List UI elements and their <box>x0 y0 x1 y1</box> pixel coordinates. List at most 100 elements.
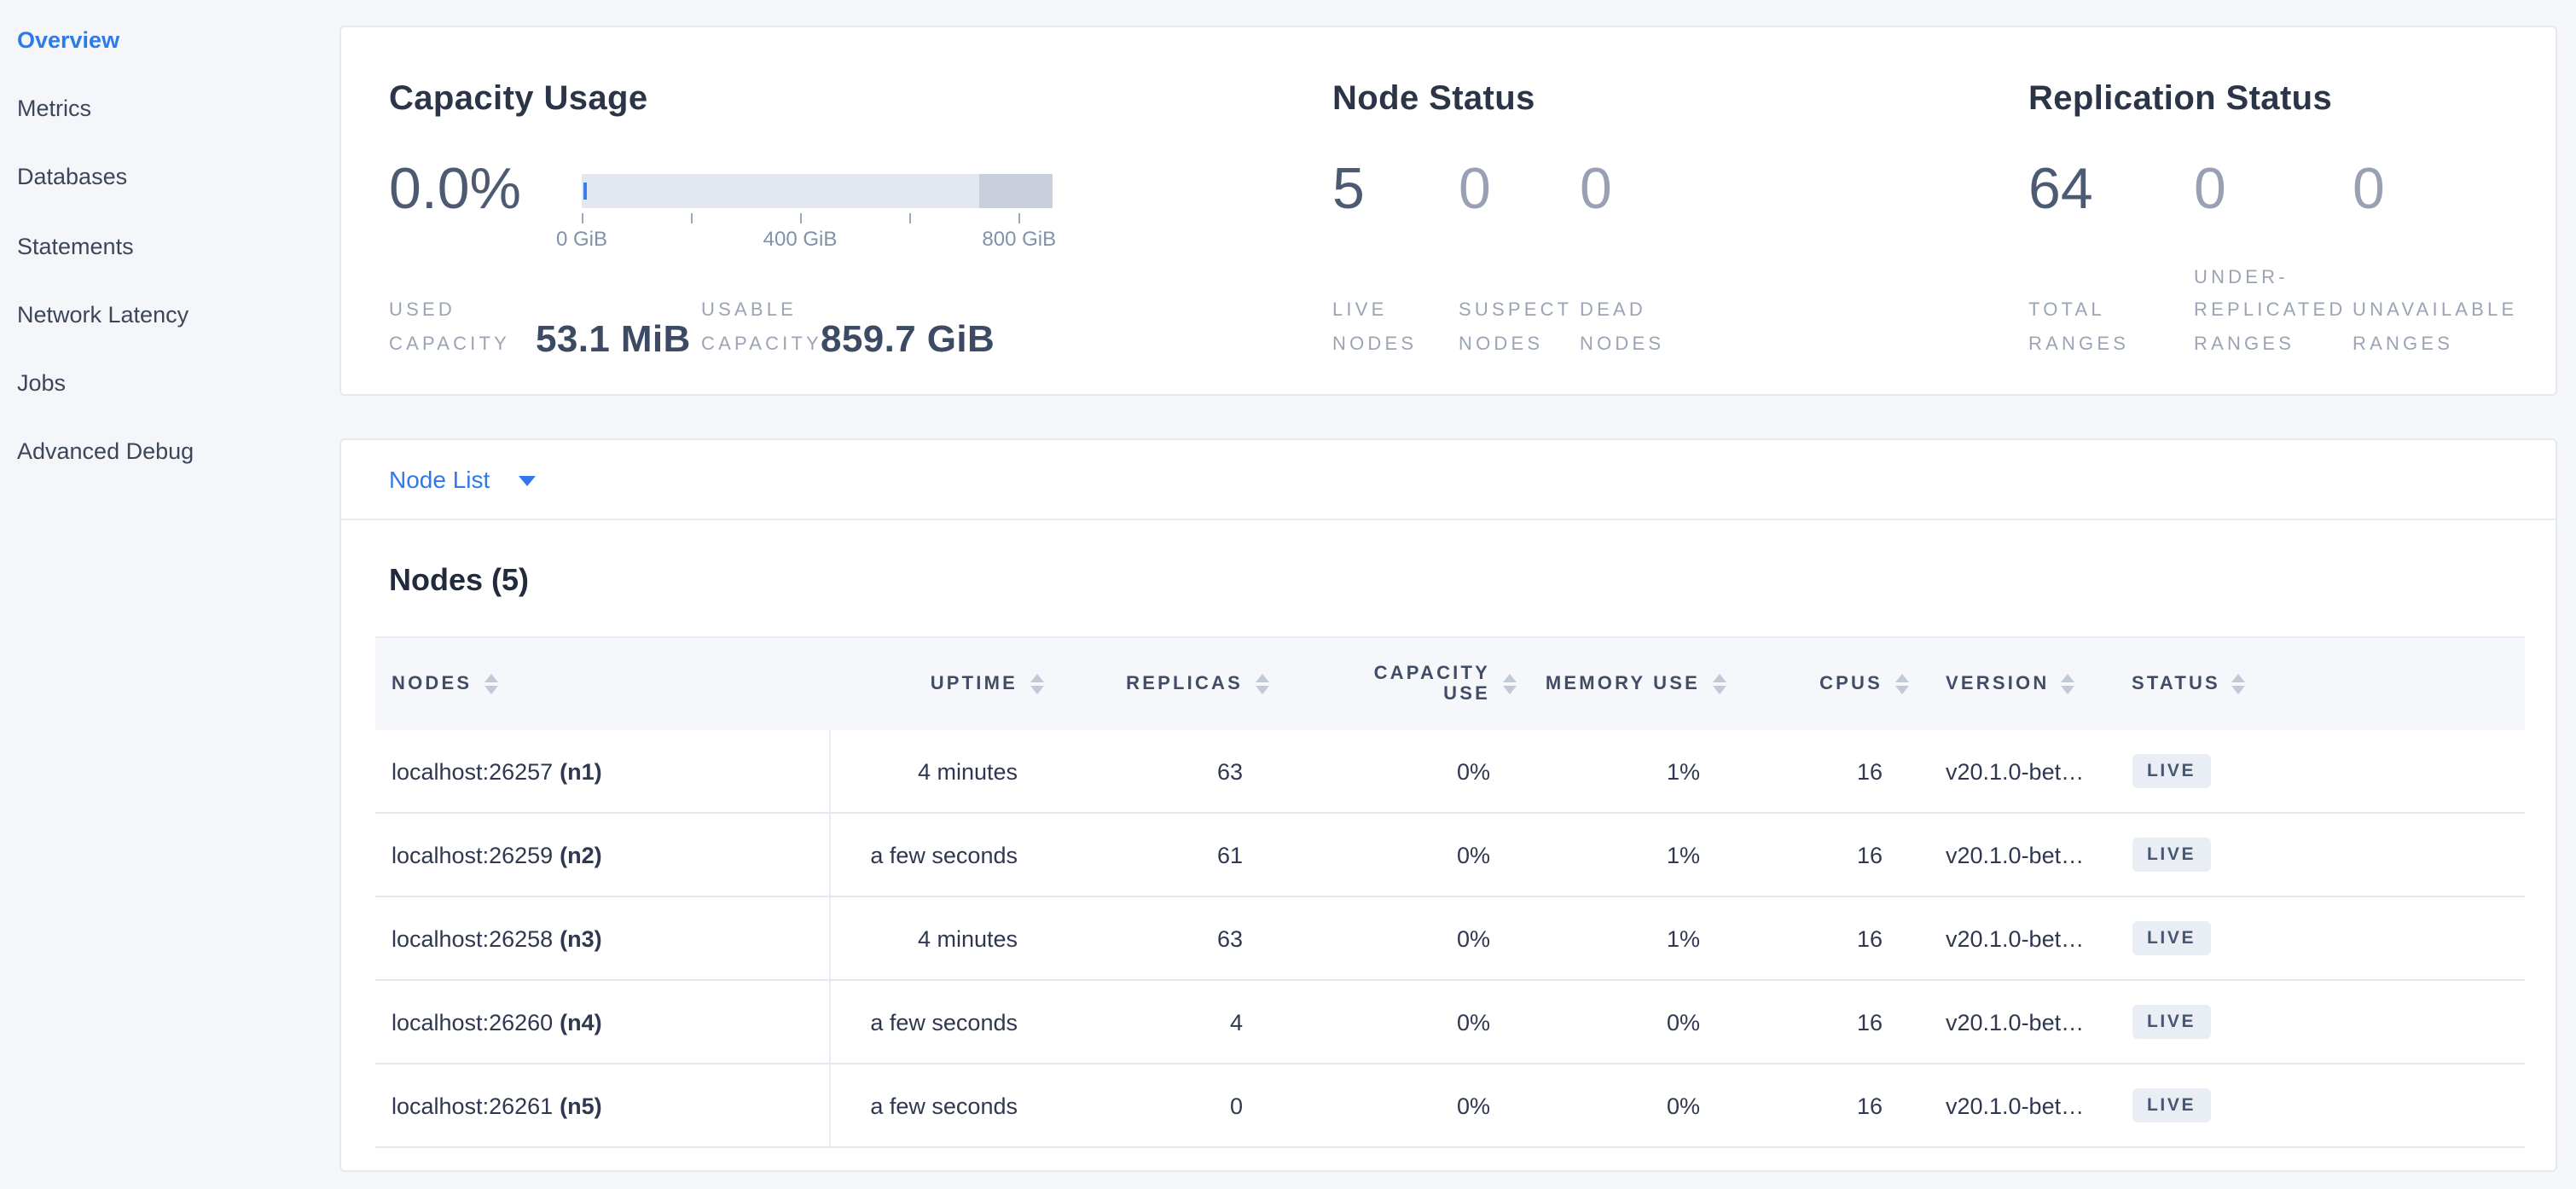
cell-cpus: 16 <box>1727 730 1910 812</box>
column-header-uptime[interactable]: UPTIME <box>830 638 1045 730</box>
used-capacity-value: 53.1 MiB <box>536 266 691 362</box>
sidebar-item-statements[interactable]: Statements <box>0 212 336 281</box>
cell-replicas: 63 <box>1045 730 1270 812</box>
node-address-link[interactable]: localhost:26261 <box>392 1093 553 1118</box>
capacity-usage-section: Capacity Usage 0.0% 0 GiB 400 GiB 800 Gi… <box>389 27 1276 394</box>
nodes-table-body: localhost:26257 (n1) 4 minutes 63 0% 1% … <box>374 730 2524 1148</box>
column-header-memory-use[interactable]: MEMORY USE <box>1517 638 1727 730</box>
sort-icon <box>1502 674 1516 695</box>
capacity-bar-other-segment <box>980 174 1053 208</box>
sidebar-nav: Overview Metrics Databases Statements Ne… <box>0 5 336 486</box>
capacity-axis-ticks <box>582 213 1053 223</box>
nodes-section-title: Nodes (5) <box>389 563 529 599</box>
total-ranges-count: 64 <box>2028 157 2093 222</box>
node-list-dropdown-label: Node List <box>389 466 490 493</box>
cell-cpus: 16 <box>1727 1064 1910 1146</box>
node-address-link[interactable]: localhost:26257 <box>392 758 553 784</box>
status-badge: LIVE <box>2132 1088 2211 1122</box>
used-capacity-label: USED CAPACITY <box>389 266 510 362</box>
sort-icon <box>1255 674 1268 695</box>
cell-capacity-use: 0% <box>1270 814 1517 896</box>
cell-cpus: 16 <box>1727 897 1910 979</box>
node-id: (n5) <box>560 1093 602 1118</box>
sidebar-item-jobs[interactable]: Jobs <box>0 349 336 418</box>
table-row[interactable]: localhost:26261 (n5) a few seconds 0 0% … <box>374 1064 2524 1148</box>
cluster-summary-card: Capacity Usage 0.0% 0 GiB 400 GiB 800 Gi… <box>339 26 2557 396</box>
node-list-dropdown[interactable]: Node List <box>389 466 536 493</box>
sidebar-item-metrics[interactable]: Metrics <box>0 74 336 143</box>
cell-uptime: 4 minutes <box>830 897 1045 979</box>
cell-status: LIVE <box>2120 730 2524 812</box>
cell-memory-use: 1% <box>1517 814 1727 896</box>
axis-label-400: 400 GiB <box>763 227 838 251</box>
cell-node: localhost:26257 (n1) <box>374 730 830 812</box>
column-header-cpus[interactable]: CPUS <box>1727 638 1910 730</box>
cell-capacity-use: 0% <box>1270 730 1517 812</box>
sidebar-item-databases[interactable]: Databases <box>0 142 336 212</box>
under-replicated-ranges-count: 0 <box>2194 157 2226 222</box>
overview-page: Overview Metrics Databases Statements Ne… <box>0 0 2576 1189</box>
cell-capacity-use: 0% <box>1270 1064 1517 1146</box>
cell-status: LIVE <box>2120 897 2524 979</box>
sidebar-item-overview[interactable]: Overview <box>0 5 336 74</box>
sort-icon <box>2232 674 2246 695</box>
cell-capacity-use: 0% <box>1270 981 1517 1063</box>
live-nodes-count: 5 <box>1332 157 1365 222</box>
sort-icon <box>2061 674 2074 695</box>
cell-status: LIVE <box>2120 981 2524 1063</box>
cell-version: v20.1.0-bet… <box>1910 730 2120 812</box>
cell-uptime: a few seconds <box>830 981 1045 1063</box>
column-header-status[interactable]: STATUS <box>2120 638 2524 730</box>
cell-status: LIVE <box>2120 814 2524 896</box>
dead-nodes-count: 0 <box>1580 157 1612 222</box>
dead-nodes-label: DEAD NODES <box>1580 266 1664 362</box>
axis-label-800: 800 GiB <box>982 227 1056 251</box>
node-id: (n1) <box>560 758 602 784</box>
cell-uptime: 4 minutes <box>830 730 1045 812</box>
node-status-title: Node Status <box>1332 80 1535 119</box>
cell-node: localhost:26260 (n4) <box>374 981 830 1063</box>
cell-version: v20.1.0-bet… <box>1910 897 2120 979</box>
nodes-table: NODES UPTIME REPLICAS CAPACITY USE MEMOR… <box>374 636 2524 1148</box>
total-ranges-label: TOTAL RANGES <box>2028 266 2129 362</box>
node-list-card: Node List Nodes (5) NODES UPTIME REPLICA… <box>339 438 2557 1172</box>
sort-icon <box>1894 674 1908 695</box>
sidebar-item-advanced-debug[interactable]: Advanced Debug <box>0 418 336 487</box>
live-nodes-label: LIVE NODES <box>1332 266 1417 362</box>
node-id: (n2) <box>560 842 602 867</box>
capacity-bar-used-segment <box>583 183 587 200</box>
suspect-nodes-count: 0 <box>1459 157 1491 222</box>
node-address-link[interactable]: localhost:26259 <box>392 842 553 867</box>
cell-memory-use: 1% <box>1517 730 1727 812</box>
cell-version: v20.1.0-bet… <box>1910 1064 2120 1146</box>
column-header-version[interactable]: VERSION <box>1910 638 2120 730</box>
node-address-link[interactable]: localhost:26260 <box>392 1009 553 1035</box>
column-header-replicas[interactable]: REPLICAS <box>1045 638 1270 730</box>
status-badge: LIVE <box>2132 921 2211 955</box>
under-replicated-ranges-label: UNDER- REPLICATED RANGES <box>2194 266 2347 362</box>
table-row[interactable]: localhost:26259 (n2) a few seconds 61 0%… <box>374 814 2524 897</box>
chevron-down-icon <box>519 476 536 486</box>
column-header-capacity-use[interactable]: CAPACITY USE <box>1270 638 1517 730</box>
cell-replicas: 4 <box>1045 981 1270 1063</box>
status-badge: LIVE <box>2132 754 2211 788</box>
node-status-section: Node Status 5 0 0 LIVE NODES SUSPECT NOD… <box>1332 27 1844 394</box>
usable-capacity-value: 859.7 GiB <box>821 266 995 362</box>
cell-capacity-use: 0% <box>1270 897 1517 979</box>
column-header-nodes[interactable]: NODES <box>374 638 830 730</box>
cell-uptime: a few seconds <box>830 814 1045 896</box>
table-row[interactable]: localhost:26258 (n3) 4 minutes 63 0% 1% … <box>374 897 2524 981</box>
node-address-link[interactable]: localhost:26258 <box>392 925 553 951</box>
cell-memory-use: 1% <box>1517 897 1727 979</box>
sort-icon <box>484 674 497 695</box>
cell-node: localhost:26261 (n5) <box>374 1064 830 1146</box>
cell-node: localhost:26258 (n3) <box>374 897 830 979</box>
capacity-usage-title: Capacity Usage <box>389 80 648 119</box>
node-id: (n3) <box>560 925 602 951</box>
sidebar-item-network-latency[interactable]: Network Latency <box>0 280 336 349</box>
table-row[interactable]: localhost:26260 (n4) a few seconds 4 0% … <box>374 981 2524 1064</box>
table-row[interactable]: localhost:26257 (n1) 4 minutes 63 0% 1% … <box>374 730 2524 814</box>
cell-cpus: 16 <box>1727 981 1910 1063</box>
cell-memory-use: 0% <box>1517 981 1727 1063</box>
status-badge: LIVE <box>2132 838 2211 872</box>
